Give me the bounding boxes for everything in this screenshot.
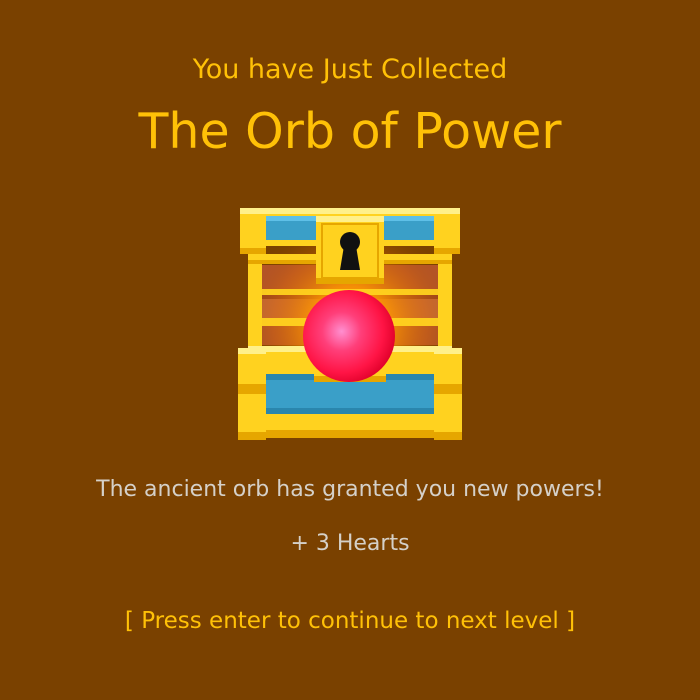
item-title: The Orb of Power xyxy=(138,103,562,160)
glowing-red-orb-icon xyxy=(303,290,395,382)
power-granted-message: The ancient orb has granted you new powe… xyxy=(96,477,604,502)
collected-subtitle: You have Just Collected xyxy=(192,54,508,85)
treasure-chest-icon xyxy=(230,200,470,450)
continue-prompt[interactable]: [ Press enter to continue to next level … xyxy=(0,604,700,638)
level-complete-screen: You have Just Collected The Orb of Power xyxy=(0,0,700,700)
hearts-reward-text: + 3 Hearts xyxy=(290,531,410,556)
